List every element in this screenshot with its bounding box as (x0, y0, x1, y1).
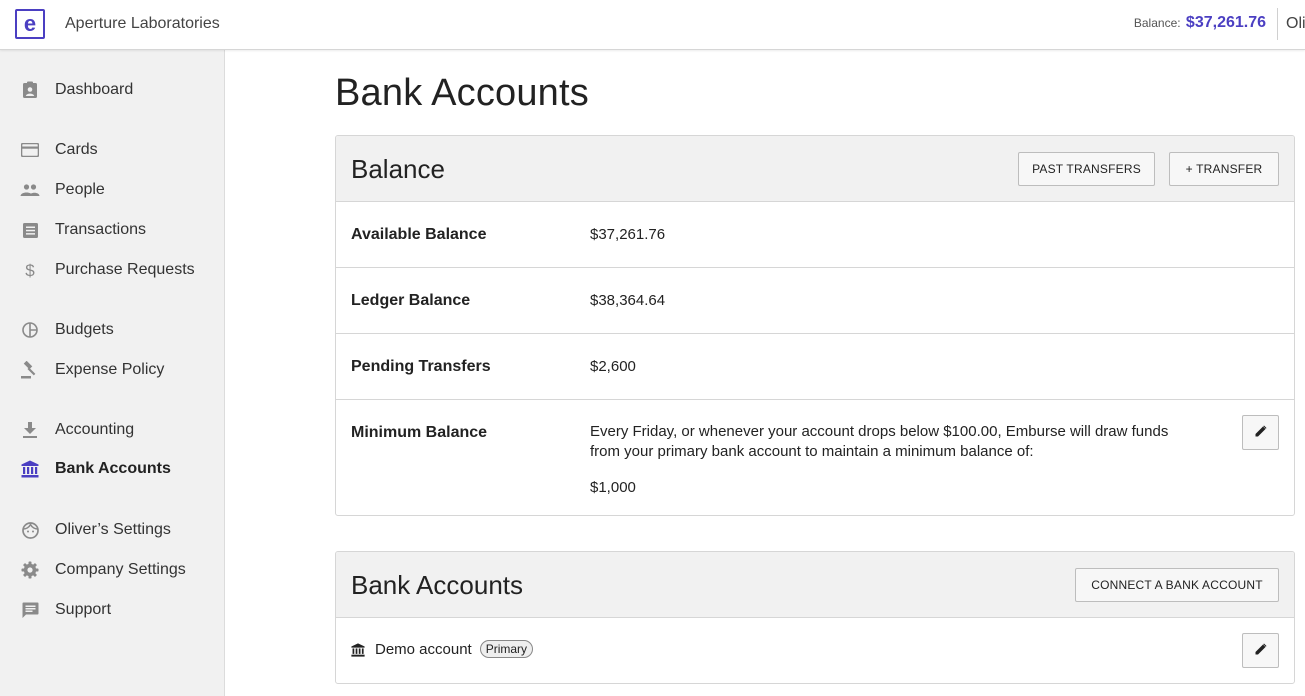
company-name: Aperture Laboratories (65, 15, 220, 32)
edit-bank-account-button[interactable] (1242, 633, 1279, 668)
available-balance-row: Available Balance $37,261.76 (336, 202, 1294, 268)
user-menu[interactable]: Oli (1286, 15, 1305, 33)
available-balance-label: Available Balance (351, 226, 487, 243)
minimum-balance-label: Minimum Balance (351, 424, 488, 441)
sidebar-item-label: People (55, 181, 105, 198)
gear-icon (20, 560, 40, 580)
main-content: Bank Accounts Balance PAST TRANSFERS + T… (225, 50, 1305, 696)
sidebar-item-label: Oliver’s Settings (55, 521, 171, 538)
minimum-balance-description: Every Friday, or whenever your account d… (590, 422, 1230, 462)
sidebar-item-label: Expense Policy (55, 361, 165, 378)
minimum-balance-row: Minimum Balance Every Friday, or wheneve… (336, 400, 1294, 515)
download-icon (20, 420, 40, 440)
sidebar-item-support[interactable]: Support (0, 592, 224, 628)
sidebar-item-label: Accounting (55, 421, 135, 438)
past-transfers-button[interactable]: PAST TRANSFERS (1018, 152, 1155, 186)
pending-transfers-row: Pending Transfers $2,600 (336, 334, 1294, 400)
connect-bank-account-button[interactable]: CONNECT A BANK ACCOUNT (1075, 568, 1279, 602)
pending-transfers-label: Pending Transfers (351, 358, 491, 375)
bank-account-name: Demo account (375, 641, 472, 658)
balance-panel: Balance PAST TRANSFERS + TRANSFER Availa… (335, 135, 1295, 516)
sidebar-item-dashboard[interactable]: Dashboard (0, 72, 224, 108)
balance-panel-title: Balance (351, 154, 445, 184)
bank-account-entry[interactable]: Demo account Primary (375, 640, 534, 658)
face-icon (20, 520, 40, 540)
bank-accounts-panel-header: Bank Accounts CONNECT A BANK ACCOUNT (336, 552, 1294, 618)
sidebar-item-purchase-requests[interactable]: $ Purchase Requests (0, 252, 224, 288)
ledger-balance-label: Ledger Balance (351, 292, 471, 309)
chat-icon (20, 600, 40, 620)
header-balance-label: Balance: (1133, 16, 1181, 30)
gavel-icon (20, 360, 40, 380)
sidebar-item-label: Cards (55, 141, 98, 158)
list-icon (20, 220, 40, 240)
minimum-balance-value: $1,000 (590, 479, 636, 496)
sidebar-item-transactions[interactable]: Transactions (0, 212, 224, 248)
sidebar-item-olivers-settings[interactable]: Oliver’s Settings (0, 512, 224, 548)
sidebar-item-label: Company Settings (55, 561, 186, 578)
ledger-balance-value: $38,364.64 (590, 292, 666, 309)
header-divider (1277, 8, 1278, 40)
sidebar-item-label: Purchase Requests (55, 261, 195, 278)
edit-minimum-balance-button[interactable] (1242, 415, 1279, 450)
sidebar-item-expense-policy[interactable]: Expense Policy (0, 352, 224, 388)
pie-chart-icon (20, 320, 40, 340)
pencil-icon (1255, 424, 1267, 442)
minimum-balance-description-line1: Every Friday, or whenever your account d… (590, 423, 1169, 440)
sidebar-item-label: Dashboard (55, 81, 134, 98)
balance-panel-header: Balance PAST TRANSFERS + TRANSFER (336, 136, 1294, 202)
bank-accounts-panel-title: Bank Accounts (351, 570, 523, 600)
minimum-balance-description-line2: from your primary bank account to mainta… (590, 443, 1034, 460)
bank-account-row: Demo account Primary (336, 618, 1294, 683)
primary-badge: Primary (479, 640, 534, 658)
sidebar-item-company-settings[interactable]: Company Settings (0, 552, 224, 588)
pencil-icon (1255, 642, 1267, 660)
sidebar-item-cards[interactable]: Cards (0, 132, 224, 168)
header-balance: Balance: $37,261.76 (1134, 14, 1266, 32)
bank-icon (351, 643, 365, 662)
sidebar-item-people[interactable]: People (0, 172, 224, 208)
people-icon (20, 180, 40, 200)
header-balance-value: $37,261.76 (1185, 14, 1266, 31)
logo-letter: e (23, 11, 37, 36)
clipboard-icon (20, 80, 40, 100)
bank-accounts-panel: Bank Accounts CONNECT A BANK ACCOUNT Dem… (335, 551, 1295, 684)
sidebar-item-label: Support (55, 601, 112, 618)
ledger-balance-row: Ledger Balance $38,364.64 (336, 268, 1294, 334)
sidebar-item-label: Transactions (55, 221, 146, 238)
available-balance-value: $37,261.76 (590, 226, 666, 243)
dollar-icon: $ (20, 260, 40, 280)
sidebar-item-bank-accounts[interactable]: Bank Accounts (0, 451, 224, 487)
sidebar-item-label: Budgets (55, 321, 114, 338)
sidebar-item-accounting[interactable]: Accounting (0, 412, 224, 448)
bank-icon (20, 459, 40, 479)
sidebar-item-budgets[interactable]: Budgets (0, 312, 224, 348)
transfer-button[interactable]: + TRANSFER (1169, 152, 1279, 186)
credit-card-icon (20, 140, 40, 160)
app-logo[interactable]: e (15, 9, 45, 39)
top-bar: e Aperture Laboratories Balance: $37,261… (0, 0, 1305, 50)
sidebar: Dashboard Cards People Transactions $ Pu… (0, 50, 225, 696)
sidebar-item-label: Bank Accounts (55, 460, 171, 477)
pending-transfers-value: $2,600 (590, 358, 636, 375)
svg-text:$: $ (25, 261, 35, 279)
page-title: Bank Accounts (335, 72, 589, 114)
